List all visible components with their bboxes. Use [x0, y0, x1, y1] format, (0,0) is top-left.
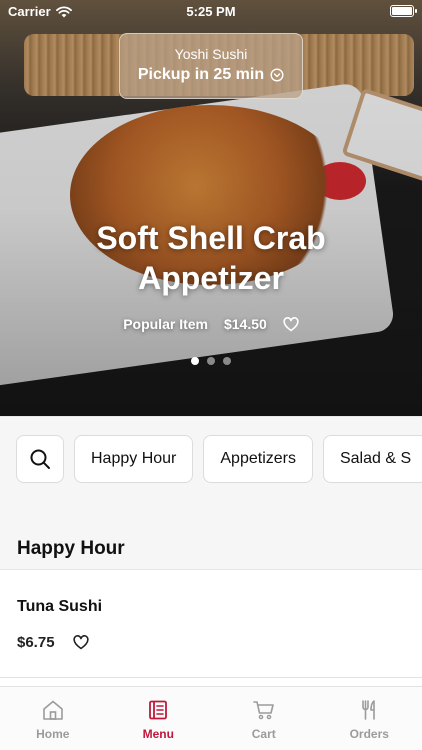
category-chip-happy-hour[interactable]: Happy Hour: [74, 435, 194, 483]
cart-icon: [252, 701, 274, 720]
hero-banner[interactable]: Carrier 5:25 PM Yoshi Sushi Pickup in 25…: [0, 0, 422, 416]
section-title: Happy Hour: [17, 538, 125, 559]
menu-item-price: $6.75: [17, 634, 55, 651]
menu-book-icon: [149, 700, 168, 720]
category-chip-appetizers[interactable]: Appetizers: [203, 435, 313, 483]
pickup-eta-label: Pickup in 25 min: [137, 66, 265, 83]
status-time: 5:25 PM: [186, 4, 236, 19]
battery-icon: [390, 5, 417, 17]
pickup-selector[interactable]: Yoshi Sushi Pickup in 25 min: [119, 33, 303, 99]
category-bar: Happy Hour Appetizers Salad & S: [0, 416, 422, 506]
hero-title: Soft Shell Crab Appetizer: [0, 218, 422, 298]
hero-title-line2: Appetizer: [138, 260, 284, 296]
tab-cart-label: Cart: [251, 727, 276, 741]
carousel-dot[interactable]: [207, 357, 215, 365]
menu-item[interactable]: Tuna Sushi $6.75: [0, 570, 422, 678]
tab-menu-label: Menu: [142, 727, 174, 741]
tab-home-label: Home: [36, 727, 70, 741]
tab-orders[interactable]: Orders: [317, 687, 422, 750]
status-bar: Carrier 5:25 PM: [0, 0, 422, 22]
tab-bar: Home Menu Cart Orders: [0, 686, 422, 750]
tab-menu[interactable]: Menu: [106, 687, 212, 750]
carousel-dot[interactable]: [191, 357, 199, 365]
menu-item-name: Tuna Sushi: [17, 598, 103, 615]
hero-meta: Popular Item $14.50: [0, 316, 422, 332]
category-chip-row: Happy Hour Appetizers Salad & S: [16, 435, 422, 483]
heart-icon[interactable]: [283, 316, 299, 332]
search-icon: [30, 449, 50, 469]
tab-cart[interactable]: Cart: [211, 687, 317, 750]
carousel-dots: [0, 357, 422, 365]
carousel-dot[interactable]: [223, 357, 231, 365]
category-chip-salad[interactable]: Salad & S: [322, 435, 422, 483]
menu-item-price-row: $6.75: [17, 634, 89, 651]
heart-icon[interactable]: [72, 635, 89, 650]
tab-home[interactable]: Home: [0, 687, 106, 750]
home-icon: [42, 700, 63, 720]
hero-price: $14.50: [223, 316, 267, 332]
pickup-eta: Pickup in 25 min: [138, 66, 284, 84]
store-name: Yoshi Sushi: [174, 46, 248, 62]
tab-orders-label: Orders: [349, 727, 389, 741]
hero-title-line1: Soft Shell Crab: [96, 220, 326, 256]
chevron-down-circle-icon: [270, 68, 284, 82]
search-button[interactable]: [16, 435, 64, 483]
popular-badge: Popular Item: [123, 316, 208, 332]
fork-knife-icon: [362, 700, 376, 720]
